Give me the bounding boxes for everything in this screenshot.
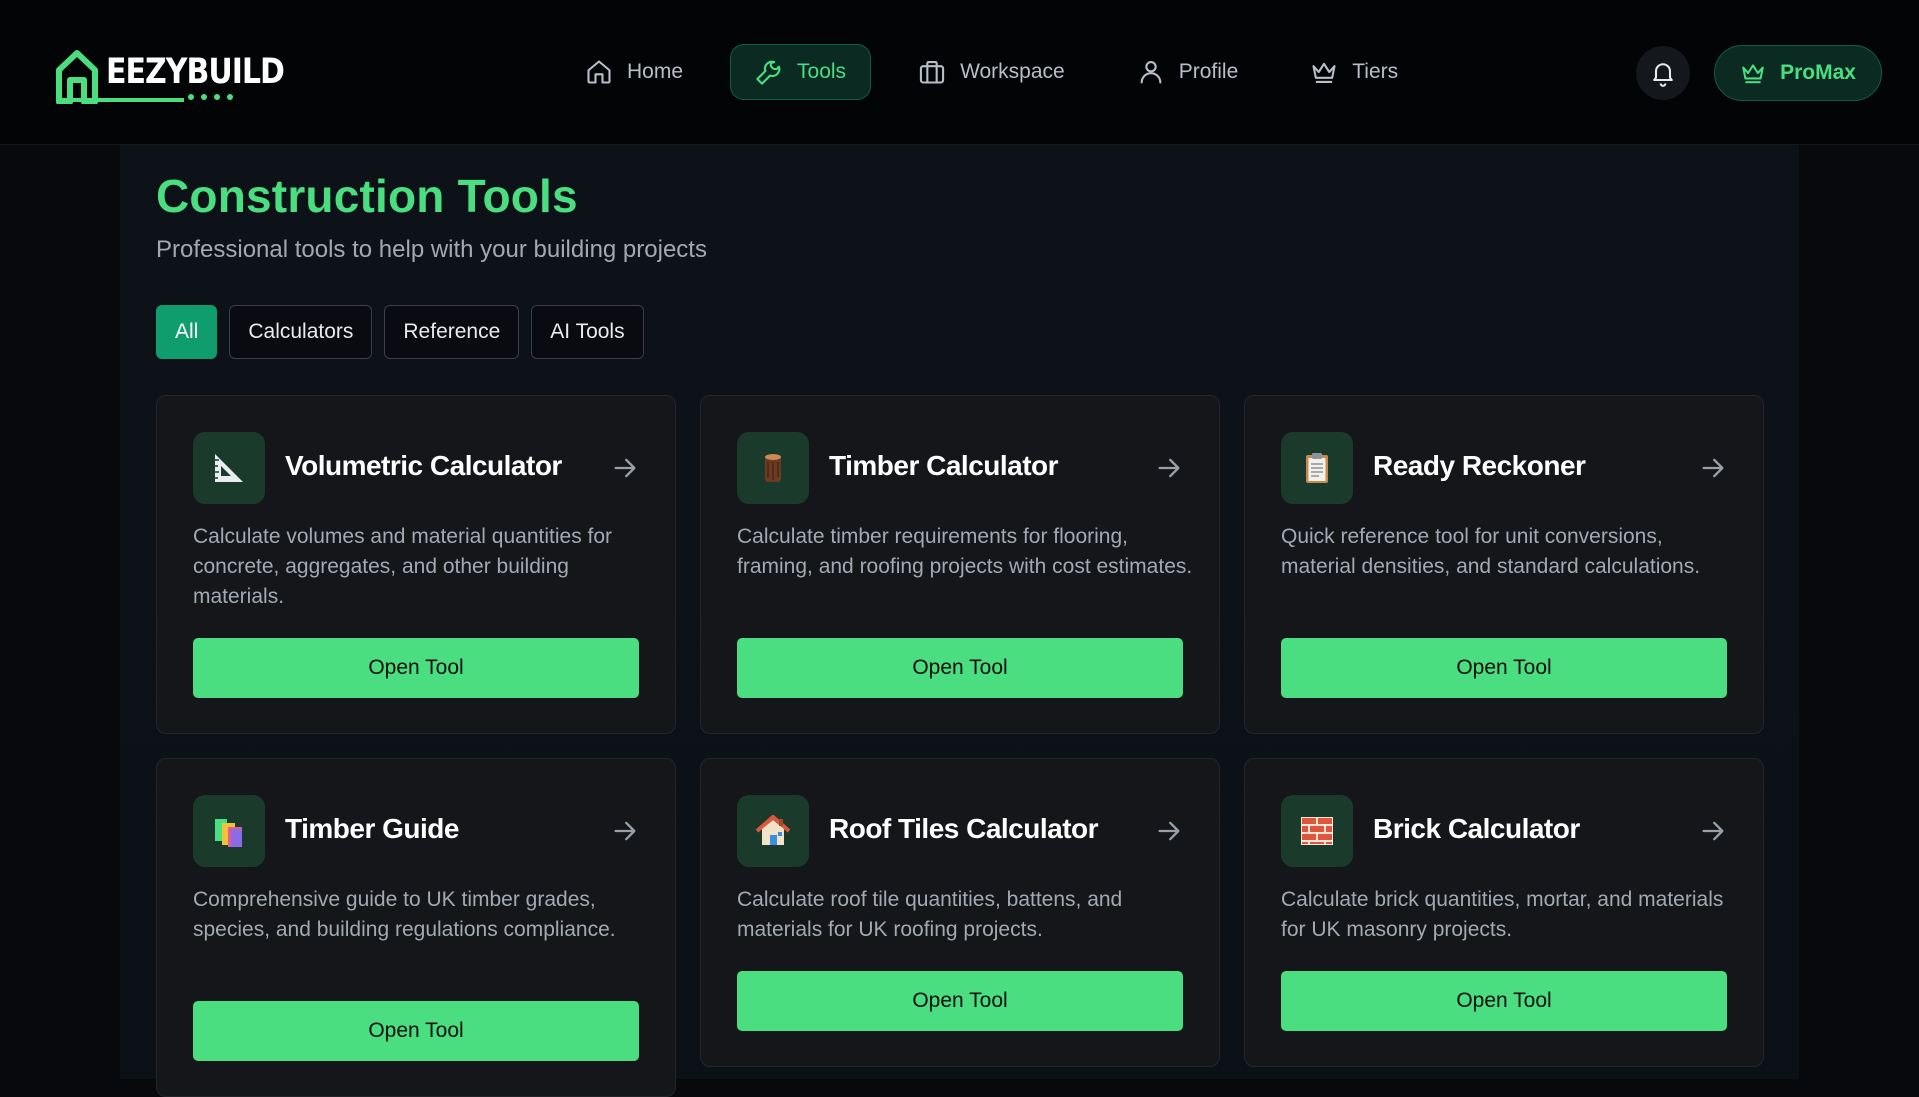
arrow-right-icon[interactable] [1699,454,1727,482]
books-icon [193,795,265,867]
open-tool-button[interactable]: Open Tool [1281,638,1727,698]
filter-ai-tools[interactable]: AI Tools [531,305,644,359]
arrow-right-icon[interactable] [611,817,639,845]
nav-profile[interactable]: Profile [1112,44,1264,100]
filter-calculators[interactable]: Calculators [229,305,373,359]
tool-title: Timber Calculator [829,450,1059,481]
open-tool-button[interactable]: Open Tool [1281,971,1727,1031]
tool-description: Comprehensive guide to UK timber grades,… [193,888,616,941]
tool-card-timber-calculator[interactable]: Timber Calculator Calculate timber requi… [700,395,1220,734]
nav-profile-label: Profile [1178,60,1239,83]
nav-home[interactable]: Home [560,44,708,100]
house-logo-icon [56,50,98,104]
logo-underline [56,98,184,102]
main-nav: Home Tools Workspace Profile Tiers [560,44,1423,100]
triangle-ruler-icon [193,432,265,504]
open-tool-button[interactable]: Open Tool [737,638,1183,698]
home-icon [587,60,611,84]
house-icon [737,795,809,867]
briefcase-icon [919,61,945,84]
user-icon [1140,61,1162,84]
arrow-right-icon[interactable] [1155,454,1183,482]
tool-card-volumetric-calculator[interactable]: Volumetric Calculator Calculate volumes … [156,395,676,734]
arrow-right-icon[interactable] [1155,817,1183,845]
plan-button[interactable]: ProMax [1714,45,1882,101]
tool-card-timber-guide[interactable]: Timber Guide Comprehensive guide to UK t… [156,758,676,1097]
tool-description: Calculate roof tile quantities, battens,… [737,888,1123,941]
plan-label: ProMax [1780,61,1856,84]
tool-description: Calculate brick quantities, mortar, and … [1281,888,1724,941]
wrench-icon [756,60,781,85]
crown-icon [1312,62,1336,83]
arrow-right-icon[interactable] [611,454,639,482]
open-tool-button[interactable]: Open Tool [193,1001,639,1061]
filter-reference[interactable]: Reference [384,305,520,359]
tool-title: Roof Tiles Calculator [829,813,1099,844]
open-tool-button[interactable]: Open Tool [193,638,639,698]
tool-title: Brick Calculator [1373,813,1580,844]
arrow-right-icon[interactable] [1699,817,1727,845]
tool-card-ready-reckoner[interactable]: Ready Reckoner Quick reference tool for … [1244,395,1764,734]
page-title: Construction Tools [156,170,578,222]
logo-text: EEZYBUILD [106,52,285,93]
nav-tiers-label: Tiers [1352,60,1399,83]
tool-title: Ready Reckoner [1373,450,1586,481]
tool-card-brick-calculator[interactable]: Brick Calculator Calculate brick quantit… [1244,758,1764,1067]
nav-tiers[interactable]: Tiers [1285,44,1423,100]
clipboard-icon [1281,432,1353,504]
filter-all[interactable]: All [156,305,218,359]
notifications-button[interactable] [1636,46,1690,100]
tool-title: Timber Guide [285,813,459,844]
nav-workspace-label: Workspace [960,60,1065,83]
logo[interactable]: EEZYBUILD [56,46,285,104]
tool-card-roof-tiles-calculator[interactable]: Roof Tiles Calculator Calculate roof til… [700,758,1220,1067]
wood-log-icon [737,432,809,504]
nav-tools[interactable]: Tools [730,44,872,100]
main-content: Construction Tools Professional tools to… [120,145,1799,1097]
tool-description: Calculate timber requirements for floori… [737,525,1193,578]
tool-description: Calculate volumes and material quantitie… [193,525,613,608]
page-subtitle: Professional tools to help with your bui… [156,236,707,263]
top-navigation: EEZYBUILD Home Tools Workspace Profile T… [0,0,1919,145]
nav-home-label: Home [627,60,684,83]
bell-icon [1653,63,1673,87]
nav-workspace[interactable]: Workspace [893,44,1090,100]
crown-icon [1742,64,1764,84]
filter-tabs: All Calculators Reference AI Tools [156,305,644,359]
tool-description: Quick reference tool for unit conversion… [1281,525,1701,578]
brick-icon [1281,795,1353,867]
nav-tools-label: Tools [797,60,847,83]
tools-grid: Volumetric Calculator Calculate volumes … [156,395,1764,1097]
tool-title: Volumetric Calculator [285,450,562,481]
open-tool-button[interactable]: Open Tool [737,971,1183,1031]
logo-dots [188,94,233,100]
